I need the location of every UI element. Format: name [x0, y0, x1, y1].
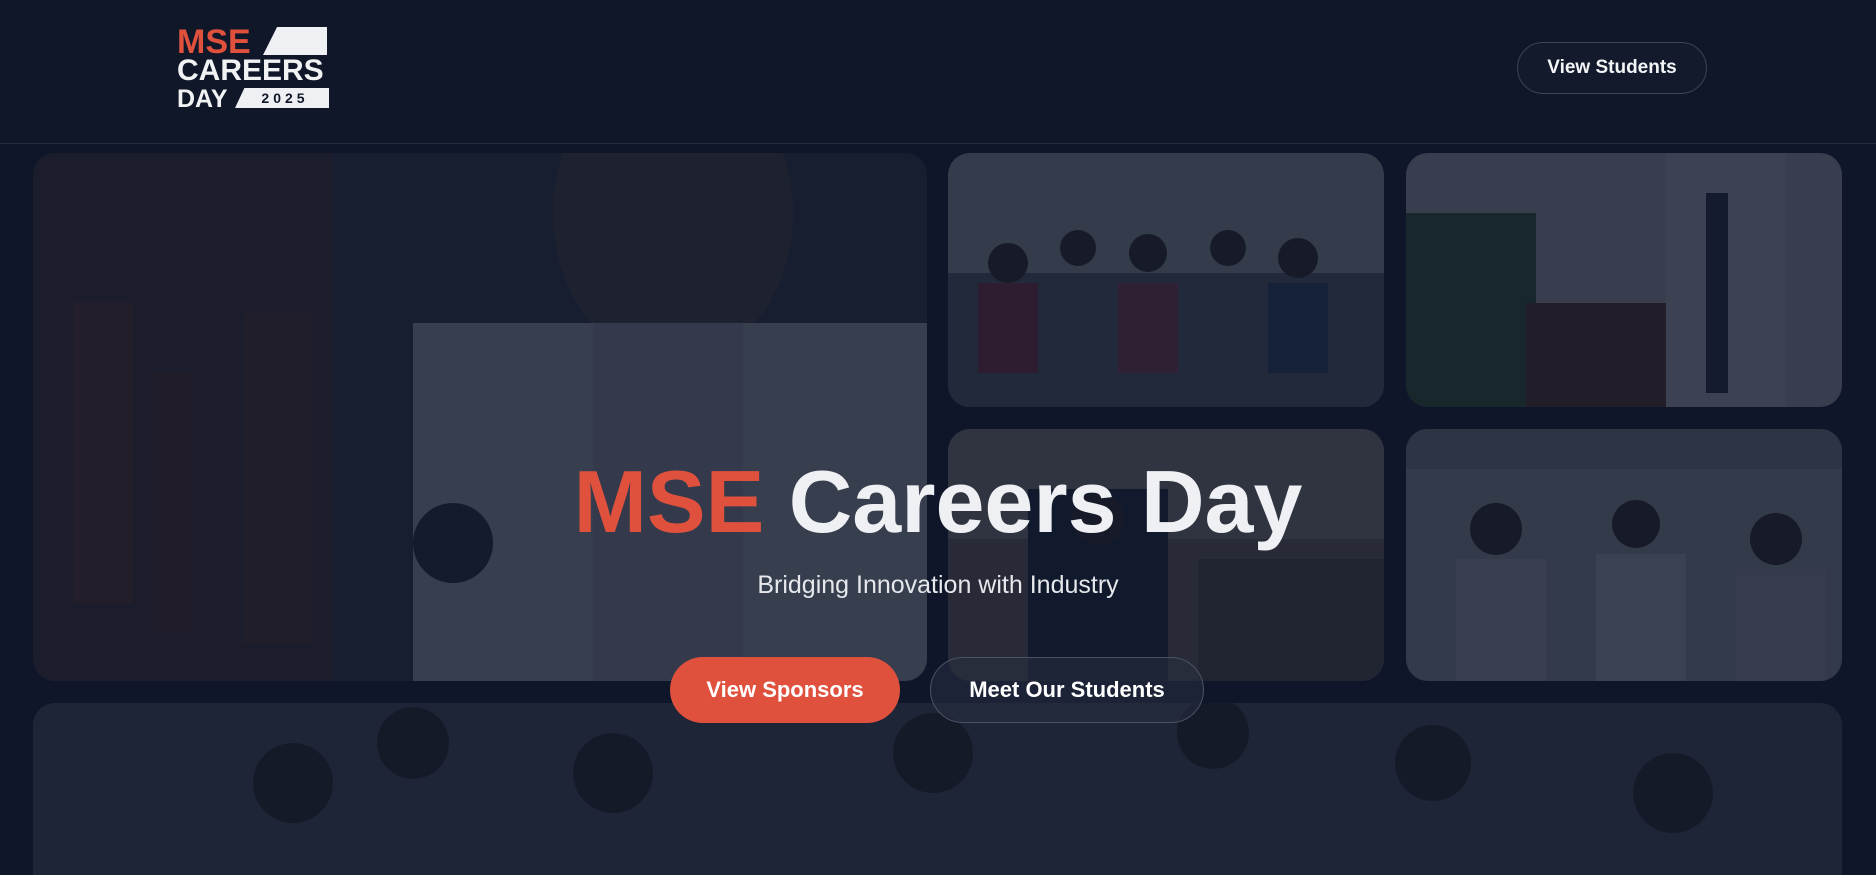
logo-accent-block — [263, 27, 327, 55]
hero-section: MSE Careers Day Bridging Innovation with… — [0, 144, 1876, 875]
meet-our-students-button[interactable]: Meet Our Students — [930, 657, 1204, 723]
logo-year-text: 2025 — [235, 88, 329, 108]
view-sponsors-button[interactable]: View Sponsors — [670, 657, 900, 723]
mse-careers-day-logo[interactable]: MSE CAREERS DAY 2025 — [177, 25, 329, 114]
hero-content: MSE Careers Day Bridging Innovation with… — [0, 144, 1876, 875]
page: MSE CAREERS DAY 2025 View Students MSE C… — [0, 0, 1876, 875]
logo-day-text: DAY — [177, 85, 228, 113]
hero-subtitle: Bridging Innovation with Industry — [757, 571, 1119, 599]
hero-title-rest: Careers Day — [788, 452, 1303, 551]
logo-careers-text: CAREERS — [177, 54, 324, 87]
hero-title-accent: MSE — [573, 452, 765, 551]
hero-title: MSE Careers Day — [0, 452, 1876, 552]
site-header: MSE CAREERS DAY 2025 View Students — [0, 0, 1876, 144]
view-students-button[interactable]: View Students — [1517, 42, 1707, 94]
